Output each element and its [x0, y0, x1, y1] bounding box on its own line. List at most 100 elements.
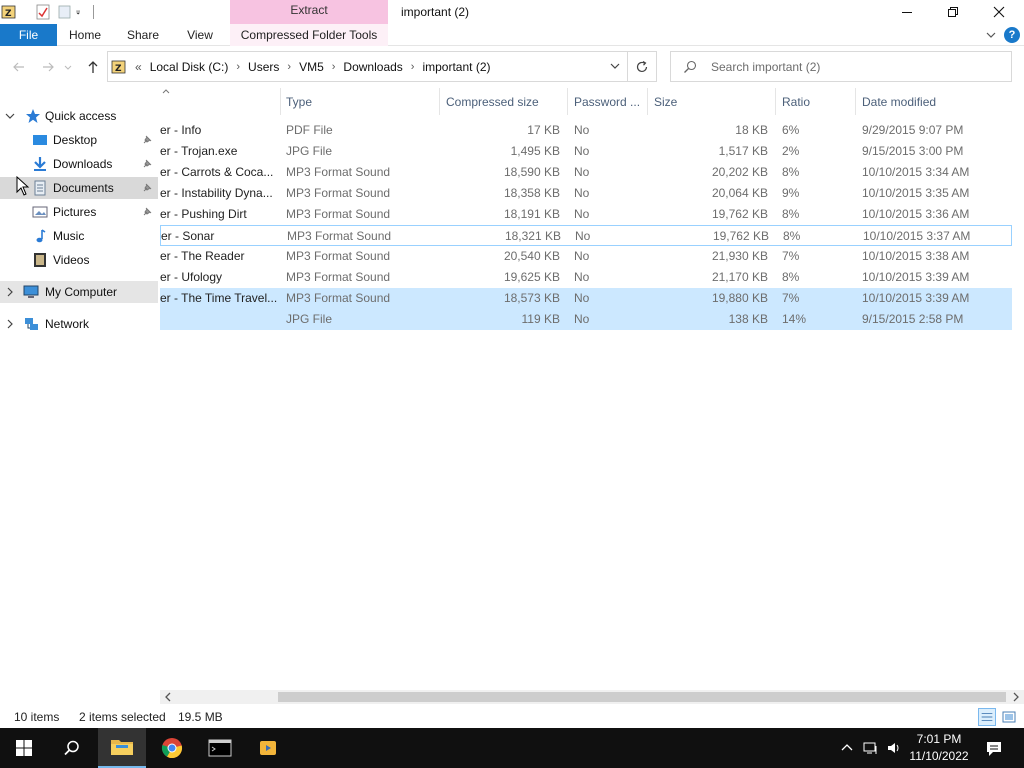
file-row[interactable]: er - Sonar MP3 Format Sound 18,321 KB No 19,… [160, 225, 1012, 246]
scrollbar-thumb[interactable] [278, 692, 1006, 702]
start-icon [16, 740, 32, 756]
minimize-button[interactable] [884, 0, 930, 24]
nav-item-network[interactable]: Network [0, 313, 158, 335]
taskbar-media-app[interactable] [244, 728, 292, 768]
new-folder-icon[interactable] [57, 4, 73, 20]
column-size[interactable]: Size [654, 95, 677, 109]
search-icon [64, 740, 79, 756]
close-button[interactable] [976, 0, 1022, 24]
tab-share[interactable]: Share [122, 24, 164, 46]
breadcrumb-overflow[interactable]: « [135, 60, 142, 74]
back-button[interactable] [9, 57, 29, 77]
file-row[interactable]: er - Trojan.exe JPG File 1,495 KB No 1,517 K… [160, 141, 1012, 162]
show-hidden-icons-icon[interactable] [839, 740, 855, 756]
up-button[interactable] [83, 57, 103, 77]
horizontal-scrollbar[interactable] [160, 690, 1024, 704]
search-box[interactable]: Search important (2) [670, 51, 1012, 82]
pin-icon[interactable] [141, 182, 153, 194]
nav-quick-access[interactable]: Quick access [0, 105, 158, 127]
large-icons-view-icon[interactable] [1000, 708, 1018, 726]
breadcrumb-users[interactable]: Users [248, 60, 279, 74]
nav-item-downloads[interactable]: Downloads [0, 153, 158, 175]
customize-qat-icon[interactable] [75, 4, 85, 20]
chevron-down-icon[interactable] [5, 111, 15, 121]
chrome-icon [161, 738, 183, 759]
address-dropdown-icon[interactable] [609, 60, 621, 72]
file-row[interactable]: er - Info PDF File 17 KB No 18 KB 6% 9/29/2015… [160, 120, 1012, 141]
column-divider[interactable] [280, 88, 281, 115]
nav-item-desktop[interactable]: Desktop [0, 129, 158, 151]
column-date-modified[interactable]: Date modified [862, 95, 936, 109]
tab-view[interactable]: View [180, 24, 220, 46]
file-row[interactable]: JPG File 119 KB No 138 KB 14% 9/15/2015 2:58 … [160, 309, 1012, 330]
close-icon [993, 6, 1005, 18]
tab-compressed-folder-tools[interactable]: Compressed Folder Tools [230, 24, 388, 46]
breadcrumb-downloads[interactable]: Downloads [343, 60, 402, 74]
column-divider[interactable] [775, 88, 776, 115]
address-bar[interactable]: Z « Local Disk (C:) › Users › VM5 › Down… [107, 51, 628, 82]
forward-button[interactable] [38, 57, 58, 77]
column-divider[interactable] [855, 88, 856, 115]
expand-ribbon-icon[interactable] [984, 28, 998, 42]
file-row[interactable]: er - Pushing Dirt MP3 Format Sound 18,191 … [160, 204, 1012, 225]
breadcrumb-separator-icon[interactable]: › [332, 61, 336, 73]
breadcrumb-vm5[interactable]: VM5 [299, 60, 324, 74]
pin-icon[interactable] [141, 158, 153, 170]
tab-home[interactable]: Home [62, 24, 108, 46]
action-center-icon[interactable] [985, 740, 1003, 758]
nav-item-pictures[interactable]: Pictures [0, 201, 158, 223]
column-divider[interactable] [439, 88, 440, 115]
system-clock[interactable]: 7:01 PM 11/10/2022 [902, 731, 976, 765]
scroll-right-icon[interactable] [1011, 692, 1021, 702]
column-type[interactable]: Type [286, 95, 312, 109]
file-row[interactable]: er - Ufology MP3 Format Sound 19,625 KB No 2… [160, 267, 1012, 288]
nav-item-my-computer[interactable]: My Computer [0, 281, 158, 303]
forward-arrow-icon [43, 62, 54, 72]
file-name: er - Pushing Dirt [160, 207, 247, 221]
column-compressed-size[interactable]: Compressed size [446, 95, 539, 109]
nav-item-videos[interactable]: Videos [0, 249, 158, 271]
taskbar-file-explorer[interactable] [98, 728, 146, 768]
breadcrumb-separator-icon[interactable]: › [236, 61, 240, 73]
title-bar: Z Extract important (2) [0, 0, 1024, 24]
start-button[interactable] [0, 728, 48, 768]
help-button[interactable]: ? [1004, 27, 1020, 43]
computer-icon [23, 285, 39, 298]
column-ratio[interactable]: Ratio [782, 95, 810, 109]
breadcrumb-important-2[interactable]: important (2) [422, 60, 490, 74]
breadcrumb-separator-icon[interactable]: › [411, 61, 415, 73]
pin-icon[interactable] [141, 206, 153, 218]
file-password: No [575, 229, 591, 243]
taskbar-search-button[interactable] [48, 728, 96, 768]
taskbar-chrome[interactable] [148, 728, 196, 768]
breadcrumb-local-disk[interactable]: Local Disk (C:) [150, 60, 229, 74]
breadcrumb-separator-icon[interactable]: › [287, 61, 291, 73]
taskbar-terminal[interactable] [196, 728, 244, 768]
properties-icon[interactable] [35, 4, 51, 20]
recent-locations-button[interactable] [62, 57, 74, 77]
chevron-right-icon[interactable] [5, 287, 15, 297]
media-app-icon [260, 741, 276, 755]
file-name: er - The Time Travel... [160, 291, 278, 305]
nav-item-music[interactable]: Music [0, 225, 158, 247]
file-compressed-size: 18,191 KB [503, 207, 560, 221]
chevron-right-icon[interactable] [5, 319, 15, 329]
volume-icon[interactable] [886, 740, 902, 756]
file-row[interactable]: er - Carrots & Coca... MP3 Format Sound 18… [160, 162, 1012, 183]
network-status-icon[interactable] [863, 740, 879, 756]
column-divider[interactable] [647, 88, 648, 115]
zip-folder-icon[interactable]: Z [1, 4, 17, 20]
quick-access-toolbar: Z [0, 0, 94, 24]
tab-file[interactable]: File [0, 24, 57, 46]
file-row[interactable]: er - The Time Travel... MP3 Format Sound 1… [160, 288, 1012, 309]
pin-icon[interactable] [141, 134, 153, 146]
file-row[interactable]: er - Instability Dyna... MP3 Format Sound… [160, 183, 1012, 204]
file-name: er - The Reader [160, 249, 245, 263]
column-password[interactable]: Password ... [574, 95, 640, 109]
scroll-left-icon[interactable] [163, 692, 173, 702]
maximize-button[interactable] [930, 0, 976, 24]
details-view-icon[interactable] [978, 708, 996, 726]
refresh-button[interactable] [628, 51, 657, 82]
file-row[interactable]: er - The Reader MP3 Format Sound 20,540 KB… [160, 246, 1012, 267]
column-divider[interactable] [567, 88, 568, 115]
